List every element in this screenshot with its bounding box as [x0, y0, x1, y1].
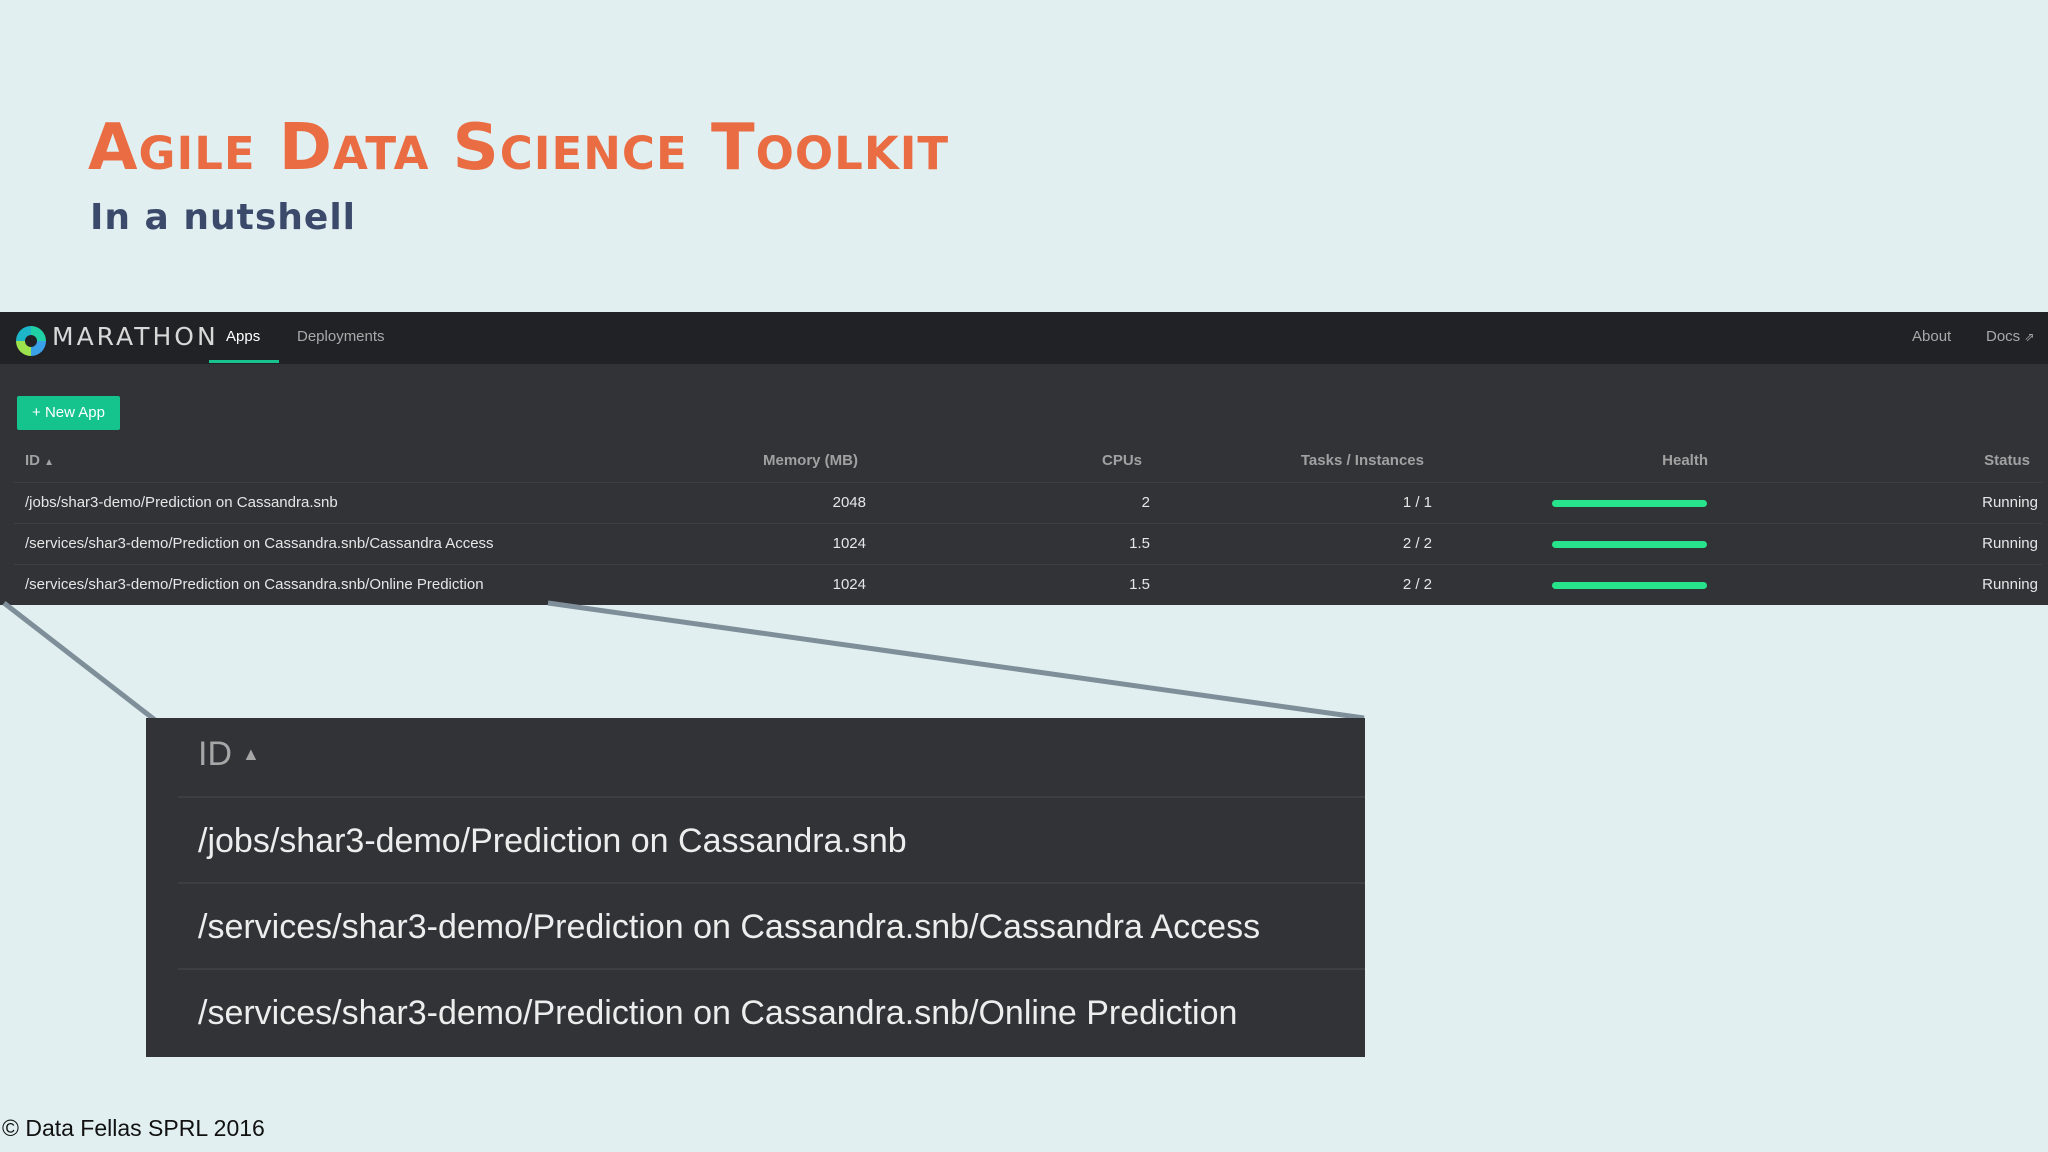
app-cpus: 2	[1141, 494, 1150, 511]
column-header-health[interactable]: Health	[1662, 452, 1708, 469]
app-status: Running	[1982, 494, 2038, 511]
zoom-row-text: /jobs/shar3-demo/Prediction on Cassandra…	[198, 822, 907, 860]
zoom-row: /services/shar3-demo/Prediction on Cassa…	[178, 968, 1365, 1056]
column-header-tasks[interactable]: Tasks / Instances	[1301, 452, 1424, 469]
app-status: Running	[1982, 576, 2038, 593]
table-row[interactable]: /jobs/shar3-demo/Prediction on Cassandra…	[14, 482, 2042, 523]
app-id[interactable]: /services/shar3-demo/Prediction on Cassa…	[25, 576, 484, 593]
health-bar	[1552, 541, 1707, 548]
app-memory: 2048	[832, 494, 866, 511]
app-tasks: 2 / 2	[1402, 535, 1432, 552]
zoom-header: ID ▲	[198, 735, 260, 774]
brand-name: MARATHON	[52, 322, 219, 351]
column-header-cpus[interactable]: CPUs	[1102, 452, 1142, 469]
zoom-row-text: /services/shar3-demo/Prediction on Cassa…	[198, 994, 1238, 1032]
slide-title: Agile Data Science Toolkit	[88, 111, 950, 185]
app-cpus: 1.5	[1129, 535, 1150, 552]
nav-docs-label: Docs	[1986, 328, 2021, 345]
top-nav: MARATHON Apps Deployments About Docs ⇗	[0, 312, 2048, 364]
column-header-id[interactable]: ID ▲	[25, 452, 54, 469]
nav-about-link[interactable]: About	[1912, 328, 1951, 345]
health-bar	[1552, 500, 1707, 507]
tab-deployments[interactable]: Deployments	[297, 328, 385, 345]
table-row[interactable]: /services/shar3-demo/Prediction on Cassa…	[14, 564, 2042, 605]
app-tasks: 2 / 2	[1402, 576, 1432, 593]
table-row[interactable]: /services/shar3-demo/Prediction on Cassa…	[14, 523, 2042, 564]
copyright-footer: © Data Fellas SPRL 2016	[2, 1115, 265, 1141]
active-tab-indicator	[209, 360, 279, 363]
marathon-screenshot: MARATHON Apps Deployments About Docs ⇗ +…	[0, 312, 2048, 605]
column-header-id-label: ID	[25, 452, 40, 469]
app-memory: 1024	[832, 576, 866, 593]
app-id[interactable]: /jobs/shar3-demo/Prediction on Cassandra…	[25, 494, 338, 511]
marathon-logo-icon	[16, 326, 46, 356]
column-header-status[interactable]: Status	[1984, 452, 2030, 469]
sort-ascending-icon: ▲	[242, 744, 260, 764]
app-cpus: 1.5	[1129, 576, 1150, 593]
zoom-row: /jobs/shar3-demo/Prediction on Cassandra…	[178, 796, 1365, 884]
zoom-row: /services/shar3-demo/Prediction on Cassa…	[178, 882, 1365, 970]
table-header: ID ▲ Memory (MB) CPUs Tasks / Instances …	[0, 452, 2048, 470]
zoom-connector-left	[2, 601, 157, 722]
tab-apps[interactable]: Apps	[226, 328, 260, 345]
health-bar	[1552, 582, 1707, 589]
zoom-row-text: /services/shar3-demo/Prediction on Cassa…	[198, 908, 1261, 946]
app-tasks: 1 / 1	[1402, 494, 1432, 511]
sort-ascending-icon: ▲	[44, 457, 55, 468]
new-app-button[interactable]: + New App	[17, 396, 120, 430]
slide-subtitle: In a nutshell	[90, 197, 357, 238]
column-header-memory[interactable]: Memory (MB)	[763, 452, 858, 469]
zoom-header-label: ID	[198, 735, 232, 773]
external-link-icon: ⇗	[2024, 330, 2035, 344]
app-id[interactable]: /services/shar3-demo/Prediction on Cassa…	[25, 535, 494, 552]
zoom-connector-right	[547, 600, 1365, 721]
zoomed-id-column: ID ▲ /jobs/shar3-demo/Prediction on Cass…	[146, 718, 1365, 1057]
app-memory: 1024	[832, 535, 866, 552]
app-status: Running	[1982, 535, 2038, 552]
nav-docs-link[interactable]: Docs ⇗	[1986, 328, 2034, 345]
